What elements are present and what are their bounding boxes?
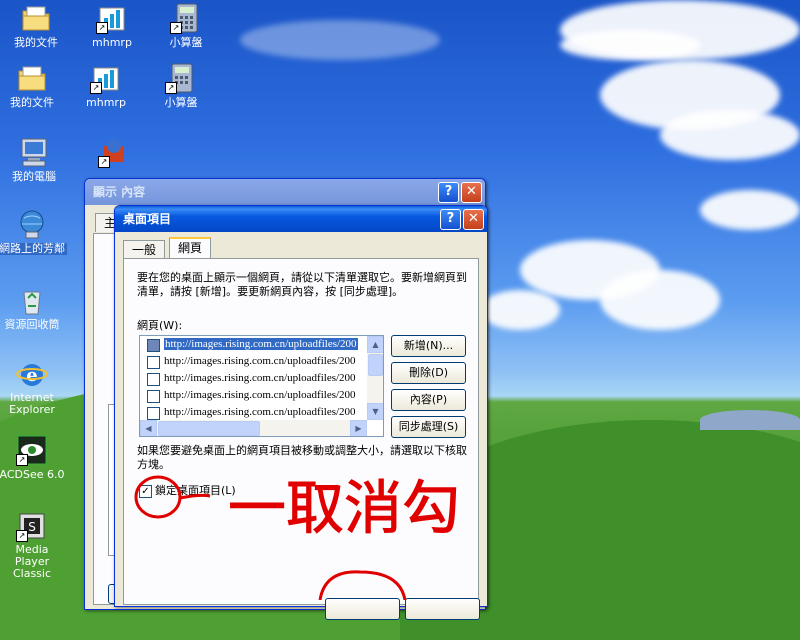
annotation-text: 一取消勾 (228, 474, 460, 542)
annotation-circle-ok (318, 570, 407, 600)
ok-button[interactable] (325, 598, 400, 620)
annotation-dash (179, 493, 211, 500)
handwritten-annotation: 一取消勾 (134, 474, 461, 600)
annotation-circle-checkbox (134, 475, 182, 519)
cancel-button[interactable] (405, 598, 480, 620)
